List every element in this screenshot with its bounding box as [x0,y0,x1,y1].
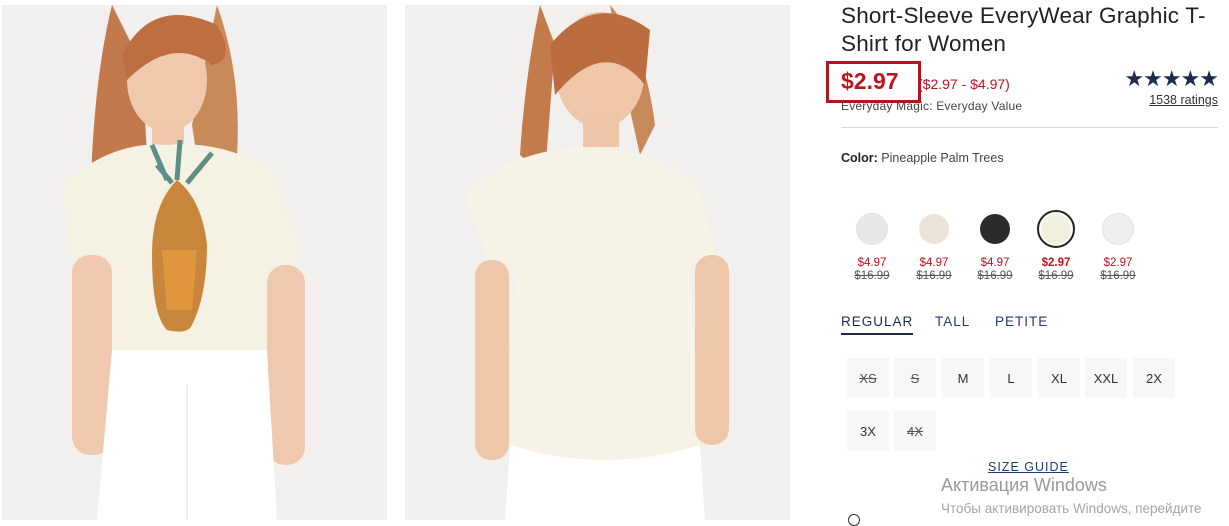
current-price: $2.97 [841,68,899,94]
product-photo-front [2,5,387,520]
swatch-sale-price: $4.97 [980,257,1010,269]
product-info-panel: Short-Sleeve EveryWear Graphic T-Shirt f… [826,0,1229,526]
divider [841,127,1218,128]
tab-tall[interactable]: TALL [935,314,970,333]
windows-activation-title: Активация Windows [941,475,1107,495]
size-guide-link[interactable]: SIZE GUIDE [988,460,1069,474]
size-option-3x[interactable]: 3X [847,411,889,451]
tab-regular[interactable]: REGULAR [841,314,914,335]
product-image-front[interactable] [2,5,387,520]
swatch-original-price: $16.99 [916,270,952,282]
color-selection-label: Color: Pineapple Palm Trees [841,151,1004,165]
swatch-original-price: $16.99 [1038,270,1074,282]
size-option-s[interactable]: S [894,358,936,398]
size-option-4x[interactable]: 4X [894,411,936,451]
color-swatch[interactable]: $4.97 $16.99 [847,210,897,283]
swatch-original-price: $16.99 [1100,270,1136,282]
color-swatch[interactable]: $2.97 $16.99 [1031,210,1081,283]
color-swatch[interactable]: $4.97 $16.99 [909,210,959,283]
size-option-xxl[interactable]: XXL [1085,358,1127,398]
swatch-color [856,213,888,245]
swatch-circle[interactable] [1099,210,1137,248]
color-swatch[interactable]: $4.97 $16.99 [970,210,1020,283]
ratings-link[interactable]: 1538 ratings [1149,93,1218,107]
size-option-m[interactable]: M [942,358,984,398]
price-range: ($2.97 - $4.97) [918,76,1010,92]
swatch-sale-price: $2.97 [1041,257,1071,269]
size-option-2x[interactable]: 2X [1133,358,1175,398]
swatch-color [1041,214,1071,244]
swatch-sale-price: $4.97 [857,257,887,269]
swatch-circle[interactable] [915,210,953,248]
color-label: Color: [841,151,878,165]
size-option-xs[interactable]: XS [847,358,889,398]
info-icon [848,514,860,526]
swatch-circle[interactable] [976,210,1014,248]
product-photo-back [405,5,790,520]
swatch-original-price: $16.99 [854,270,890,282]
swatch-color [1102,213,1134,245]
swatch-color [919,214,949,244]
swatch-circle[interactable] [853,210,891,248]
rating-stars: ★★★★★ [1124,66,1219,91]
swatch-original-price: $16.99 [977,270,1013,282]
swatch-color [980,214,1010,244]
product-image-back[interactable] [405,5,790,520]
size-option-l[interactable]: L [990,358,1032,398]
swatch-sale-price: $4.97 [919,257,949,269]
windows-activation-subtitle: Чтобы активировать Windows, перейдите [941,501,1202,516]
size-option-xl[interactable]: XL [1038,358,1080,398]
price-tagline: Everyday Magic: Everyday Value [841,99,1023,113]
color-swatch[interactable]: $2.97 $16.99 [1093,210,1143,283]
tab-petite[interactable]: PETITE [995,314,1048,333]
color-value: Pineapple Palm Trees [881,151,1004,165]
swatch-circle[interactable] [1037,210,1075,248]
swatch-sale-price: $2.97 [1103,257,1133,269]
product-title: Short-Sleeve EveryWear Graphic T-Shirt f… [841,3,1206,56]
